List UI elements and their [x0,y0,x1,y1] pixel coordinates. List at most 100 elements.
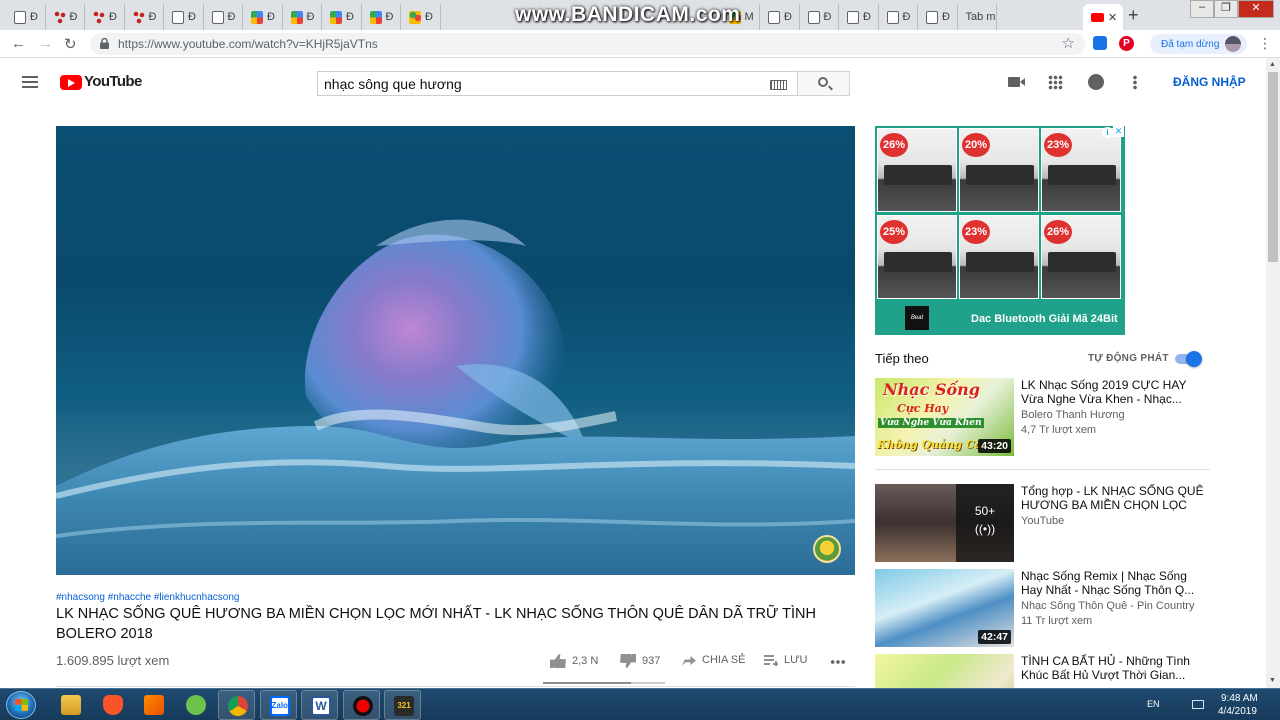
taskbar-brave[interactable] [94,690,131,720]
youtube-logo-icon[interactable] [60,75,82,90]
scroll-down-icon[interactable]: ▼ [1269,677,1276,684]
scroll-up-icon[interactable]: ▲ [1269,61,1276,68]
start-button[interactable] [6,691,36,719]
display-ad[interactable]: 26% 20% 23% 25% 23% 26% i ✕ Beat Dac Bluetoot… [875,126,1125,335]
bookmark-star-icon[interactable]: ☆ [1062,34,1075,52]
clock-date[interactable]: 4/4/2019 [1218,706,1257,717]
recommended-video[interactable]: Nhạc Sống Cực Hay Vừa Nghe Vừa Khen Khôn… [875,378,1215,456]
tab-label: Đ [109,11,117,23]
taskbar-chrome[interactable] [218,690,255,720]
more-actions-icon[interactable] [830,660,846,664]
sign-in-button[interactable]: ĐĂNG NHẬP [1173,75,1246,89]
input-language[interactable]: EN [1147,699,1160,709]
ad-product-tile[interactable]: 25% [877,215,957,299]
forward-button[interactable]: → [38,35,53,52]
recommended-video[interactable]: TÌNH CA BẤT HỦ - Những Tình Khúc Bất Hủ … [875,654,1215,688]
pinterest-extension-icon[interactable]: P [1119,36,1134,51]
settings-more-icon[interactable] [1133,75,1137,90]
video-thumbnail[interactable]: Nhạc Sống Cực Hay Vừa Nghe Vừa Khen Khôn… [875,378,1014,456]
mix-thumbnail[interactable]: 50+ ((•)) [875,484,1014,562]
reload-button[interactable]: ↻ [64,35,77,53]
autoplay-toggle-knob[interactable] [1186,351,1202,367]
video-hashtags[interactable]: #nhacsong #nhacche #lienkhucnhacsong [56,592,239,603]
video-title[interactable]: Tổng hợp - LK NHẠC SỐNG QUÊ HƯƠNG BA MIỀ… [1021,484,1211,512]
like-button[interactable]: 2,3 N [550,654,598,668]
search-button[interactable] [797,71,850,96]
ad-close-icon[interactable]: ✕ [1113,126,1124,137]
channel-name[interactable]: Nhạc Sống Thôn Quê - Pin Country [1021,600,1194,612]
ad-product-tile[interactable]: 23% [1041,128,1121,212]
guide-menu-icon[interactable] [22,76,38,88]
browser-tab[interactable]: Đ [46,4,85,30]
keyboard-icon[interactable] [770,80,787,90]
recommended-video[interactable]: 42:47 Nhạc Sống Remix | Nhạc Sống Hay Nh… [875,569,1215,647]
save-button[interactable]: LƯU [764,654,807,666]
browser-tab[interactable]: Đ [879,4,918,30]
ad-info-icon[interactable]: i [1102,127,1113,138]
new-tab-button[interactable]: + [1128,5,1139,26]
browser-tab[interactable]: Đ [6,4,46,30]
clock-time[interactable]: 9:48 AM [1221,693,1258,704]
back-button[interactable]: ← [11,35,26,52]
browser-tab[interactable]: Đ [85,4,125,30]
browser-tab[interactable]: Đ [800,4,839,30]
tab-youtube-active[interactable]: ✕ [1083,4,1123,30]
browser-tab[interactable]: Đ [918,4,958,30]
scrollbar-thumb[interactable] [1268,72,1278,262]
browser-tab[interactable]: Đ [401,4,441,30]
browser-tab[interactable]: Đ [760,4,800,30]
thumbnail-caption: Nhạc Sống [883,380,980,399]
ad-product-tile[interactable]: 26% [877,128,957,212]
address-bar[interactable]: https://www.youtube.com/watch?v=KHjR5jaV… [90,33,1085,55]
taskbar-zalo[interactable]: Zalo [259,690,297,720]
extension-icon[interactable] [1093,36,1107,50]
window-close-button[interactable]: ✕ [1238,0,1274,18]
action-center-icon[interactable] [1192,700,1204,709]
video-thumbnail[interactable]: 42:47 [875,569,1014,647]
taskbar-explorer[interactable] [52,690,89,720]
channel-name[interactable]: Bolero Thanh Hương [1021,409,1125,421]
search-input[interactable] [324,76,764,92]
video-title[interactable]: LK Nhạc Sống 2019 CỰC HAY Vừa Nghe Vừa K… [1021,378,1211,406]
browser-tab[interactable]: Đ [322,4,362,30]
browser-tab[interactable]: Đ [164,4,204,30]
recommended-mix[interactable]: 50+ ((•)) Tổng hợp - LK NHẠC SỐNG QUÊ HƯ… [875,484,1215,562]
tab-label: Đ [30,11,38,23]
share-button[interactable]: CHIA SẺ [682,654,745,666]
browser-tab[interactable]: Đ [283,4,322,30]
autoplay-label: TỰ ĐỘNG PHÁT [1088,353,1169,364]
sync-paused-profile-button[interactable]: Đã tạm dừng [1150,34,1248,54]
video-thumbnail[interactable] [875,654,1014,688]
ad-product-tile[interactable]: 23% [959,215,1039,299]
browser-tab[interactable]: Đ [204,4,243,30]
video-title[interactable]: Nhạc Sống Remix | Nhạc Sống Hay Nhất - N… [1021,569,1211,597]
video-player[interactable] [56,126,855,575]
apps-grid-icon[interactable] [1048,75,1063,90]
taskbar-coccoc[interactable] [177,690,214,720]
youtube-logo-text[interactable]: YouTube [84,73,142,90]
video-title[interactable]: TÌNH CA BẤT HỦ - Những Tình Khúc Bất Hủ … [1021,654,1211,682]
ad-product-tile[interactable]: 20% [959,128,1039,212]
page-scrollbar[interactable]: ▲ ▼ [1266,58,1280,688]
dislike-button[interactable]: 937 [620,654,660,668]
restore-button[interactable]: ❐ [1214,0,1238,18]
close-tab-icon[interactable]: ✕ [1108,11,1117,24]
taskbar-media-player[interactable] [135,690,172,720]
channel-name[interactable]: YouTube [1021,515,1064,527]
browser-tab[interactable]: Đ [362,4,401,30]
ad-product-tile[interactable]: 26% [1041,215,1121,299]
taskbar-bandicam[interactable] [342,690,380,720]
create-video-icon[interactable] [1008,77,1025,87]
taskbar-word[interactable]: W [301,690,338,720]
browser-tab[interactable]: Tab m [958,4,997,30]
minimize-button[interactable]: – [1190,0,1214,18]
channel-watermark-logo[interactable] [813,535,841,563]
discount-badge: 26% [1044,220,1072,244]
taskbar-tv-app[interactable]: 321 [384,690,421,720]
browser-menu-icon[interactable]: ⋮ [1258,35,1272,52]
search-icon [818,77,828,87]
messages-icon[interactable] [1088,74,1104,90]
browser-tab[interactable]: Đ [839,4,879,30]
browser-tab[interactable]: Đ [125,4,164,30]
browser-tab[interactable]: Đ [243,4,283,30]
